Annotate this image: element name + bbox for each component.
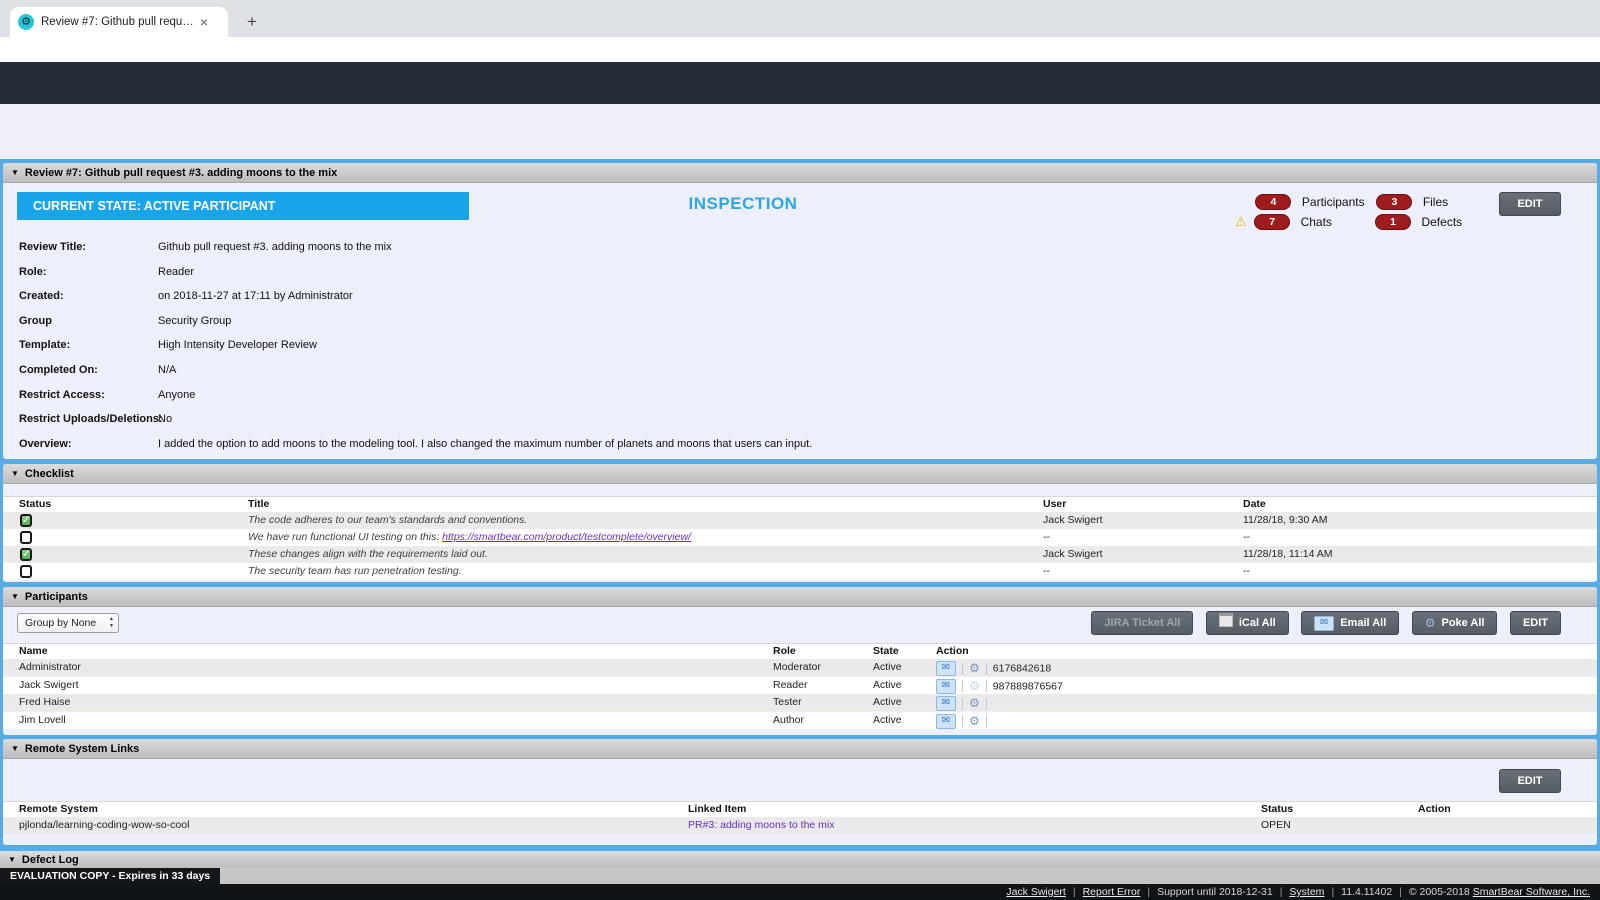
collapse-caret-icon: ▼ <box>11 168 19 177</box>
participants-section-header[interactable]: ▼Participants <box>3 587 1597 607</box>
footer-bar: Jack Swigert|Report Error|Support until … <box>0 884 1600 900</box>
evaluation-notice: EVALUATION COPY - Expires in 33 days <box>0 868 220 884</box>
browser-tab[interactable]: ⚙ Review #7: Github pull request × <box>10 7 228 37</box>
summary-section-title: Review #7: Github pull request #3. addin… <box>25 167 337 179</box>
collaborator-favicon-icon: ⚙ <box>18 14 34 30</box>
section-tabs-row: SUMMARY PARTICIPANTS LINKS DEFECTS CHAT … <box>0 131 1600 159</box>
collapse-caret-icon: ▼ <box>11 592 19 601</box>
email-icon[interactable]: ✉ <box>936 714 956 729</box>
poke-all-button[interactable]: ⚙Poke All <box>1412 611 1498 635</box>
envelope-icon: ✉ <box>1314 616 1334 631</box>
remote-links-edit-button[interactable]: EDIT <box>1499 769 1561 793</box>
participant-row: Fred Haise Tester Active ✉⚙ <box>3 694 1597 711</box>
footer-company-link[interactable]: SmartBear Software, Inc. <box>1473 886 1590 898</box>
email-all-button[interactable]: ✉Email All <box>1301 611 1399 635</box>
current-state-button[interactable]: CURRENT STATE: ACTIVE PARTICIPANT <box>17 192 469 220</box>
summary-edit-button[interactable]: EDIT <box>1499 192 1561 216</box>
footer-version-text: 11.4.11402 <box>1341 886 1392 898</box>
browser-url-bar: ← → https://gmail361.smartbeartrial.com/… <box>0 37 1600 63</box>
participants-toolbar: JIRA Ticket All iCal All ✉Email All ⚙Pok… <box>1083 611 1561 635</box>
app-header: ⚙ SMARTBEAR Collabortor. HOME REVIEW REP… <box>0 62 1600 104</box>
email-icon[interactable]: ✉ <box>936 679 956 694</box>
phase-label: INSPECTION <box>603 194 883 214</box>
participant-row: Jack Swigert Reader Active ✉⚙98788987656… <box>3 677 1597 694</box>
poke-gear-icon[interactable]: ⚙ <box>969 714 980 728</box>
tab-close-icon[interactable]: × <box>200 14 208 30</box>
participant-phone: 987889876567 <box>993 680 1063 692</box>
participants-edit-button[interactable]: EDIT <box>1510 611 1561 635</box>
checklist-section: ▼Checklist Status Title User Date ✓ The … <box>3 464 1597 582</box>
ical-all-button[interactable]: iCal All <box>1206 611 1289 635</box>
browser-tab-title: Review #7: Github pull request <box>41 16 196 28</box>
jira-ticket-all-button[interactable]: JIRA Ticket All <box>1091 611 1193 635</box>
defect-log-section-header[interactable]: ▼Defect Log <box>0 850 1600 868</box>
review-action-bar: ‹ ACTION ITEMS REVIEW #7 ▾ Github pull r… <box>0 104 1600 132</box>
remote-links-section: ▼Remote System Links EDIT Remote System … <box>3 739 1597 845</box>
summary-section: ▼ Review #7: Github pull request #3. addi… <box>3 163 1597 459</box>
review-stats: 4 Participants 3 Files ⚠ 7 Chats 1 Defec… <box>1235 193 1465 233</box>
browser-tab-strip: ⚙ Review #7: Github pull request × + <box>0 0 1600 37</box>
checklist-row: ✓ The code adheres to our team's standar… <box>3 512 1597 529</box>
select-arrows-icon: ▲▼ <box>109 616 114 630</box>
warning-icon: ⚠ <box>1235 214 1247 229</box>
new-tab-button[interactable]: + <box>240 10 264 34</box>
checkbox-unchecked-icon[interactable] <box>20 531 32 544</box>
defects-count-badge: 1 <box>1375 214 1411 230</box>
group-by-select[interactable]: Group by None▲▼ <box>17 613 119 633</box>
footer-support-text: Support until 2018-12-31 <box>1157 886 1273 898</box>
checklist-row: We have run functional UI testing on thi… <box>3 529 1597 546</box>
footer-system-link[interactable]: System <box>1289 886 1324 898</box>
footer-user-link[interactable]: Jack Swigert <box>1006 886 1066 898</box>
remote-links-section-header[interactable]: ▼Remote System Links <box>3 739 1597 759</box>
checkbox-checked-icon[interactable]: ✓ <box>20 548 32 561</box>
collapse-caret-icon: ▼ <box>8 855 16 864</box>
content-area: ▼ Review #7: Github pull request #3. addi… <box>0 159 1600 868</box>
checklist-link[interactable]: https://smartbear.com/product/testcomple… <box>442 531 691 543</box>
checklist-row: ✓ These changes align with the requireme… <box>3 546 1597 563</box>
checkbox-unchecked-icon[interactable] <box>20 565 32 578</box>
footer-copyright: © 2005-2018 <box>1409 886 1470 898</box>
linked-item-link[interactable]: PR#3: adding moons to the mix <box>688 817 835 834</box>
poke-gear-icon: ⚙ <box>969 679 980 693</box>
participant-row: Jim Lovell Author Active ✉⚙ <box>3 712 1597 729</box>
collapse-caret-icon: ▼ <box>11 744 19 753</box>
participant-phone: 6176842618 <box>993 662 1051 674</box>
checklist-row: The security team has run penetration te… <box>3 563 1597 580</box>
participant-row: Administrator Moderator Active ✉⚙6176842… <box>3 659 1597 676</box>
remote-link-row: pjlonda/learning-coding-wow-so-cool PR#3… <box>3 817 1597 834</box>
poke-gear-icon[interactable]: ⚙ <box>969 696 980 710</box>
checkbox-checked-icon[interactable]: ✓ <box>20 514 32 527</box>
poke-icon: ⚙ <box>1425 612 1436 634</box>
email-icon[interactable]: ✉ <box>936 696 956 711</box>
poke-gear-icon[interactable]: ⚙ <box>969 661 980 675</box>
summary-section-header[interactable]: ▼ Review #7: Github pull request #3. addi… <box>3 163 1597 183</box>
collapse-caret-icon: ▼ <box>11 469 19 478</box>
footer-report-error-link[interactable]: Report Error <box>1083 886 1141 898</box>
participants-section: ▼Participants Group by None▲▼ JIRA Ticke… <box>3 587 1597 735</box>
eval-strip: EVALUATION COPY - Expires in 33 days <box>0 868 1600 884</box>
chats-count-badge: 7 <box>1254 214 1290 230</box>
calendar-icon <box>1219 613 1233 627</box>
email-icon[interactable]: ✉ <box>936 661 956 676</box>
files-count-badge: 3 <box>1376 194 1412 210</box>
checklist-section-header[interactable]: ▼Checklist <box>3 464 1597 484</box>
participants-count-badge: 4 <box>1255 194 1291 210</box>
